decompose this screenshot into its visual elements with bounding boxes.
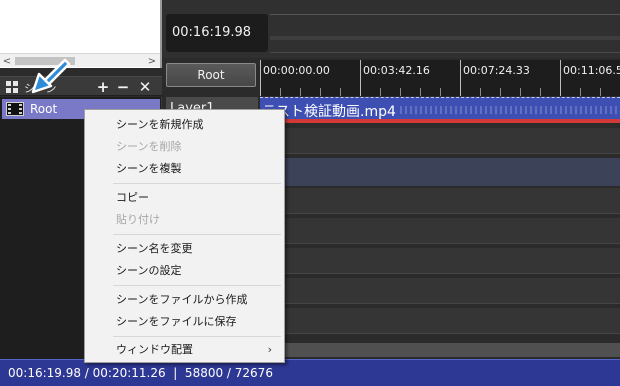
- remove-scene-button[interactable]: −: [114, 77, 132, 97]
- menu-separator: [113, 183, 281, 184]
- divider: [270, 14, 620, 15]
- blue-arrow-icon: [31, 58, 71, 94]
- track-row[interactable]: [280, 218, 620, 244]
- video-clip[interactable]: テスト検証動画.mp4: [260, 97, 620, 123]
- track-row[interactable]: [280, 278, 620, 304]
- scene-root-button[interactable]: Root: [166, 63, 256, 87]
- film-icon: [6, 102, 24, 116]
- context-menu: シーンを新規作成 シーンを削除 シーンを複製 コピー 貼り付け シーン名を変更 …: [84, 109, 285, 363]
- ruler-label: 00:03:42.16: [363, 64, 430, 77]
- menu-item-window-layout[interactable]: ウィンドウ配置 ›: [85, 339, 284, 361]
- menu-separator: [113, 336, 281, 337]
- menu-separator: [113, 285, 281, 286]
- seek-track[interactable]: [270, 36, 620, 40]
- menu-item-copy[interactable]: コピー: [85, 187, 284, 209]
- time-ruler[interactable]: 00:00:00.00 00:03:42.16 00:07:24.33 00:1…: [260, 60, 620, 96]
- menu-item-scene-settings[interactable]: シーンの設定: [85, 260, 284, 282]
- menu-item-paste: 貼り付け: [116, 213, 160, 226]
- grid-icon: [6, 81, 18, 93]
- track-row-highlight[interactable]: [280, 158, 620, 186]
- current-time-display: 00:16:19.98: [166, 14, 268, 52]
- ruler-label: 00:11:06.5: [563, 64, 620, 77]
- menu-item-duplicate-scene[interactable]: シーンを複製: [85, 158, 284, 180]
- menu-item-rename-scene[interactable]: シーン名を変更: [85, 238, 284, 260]
- top-left-panel: < >: [0, 0, 162, 68]
- menu-item-create-scene-from-file[interactable]: シーンをファイルから作成: [85, 289, 284, 311]
- ruler-label: 00:00:00.00: [263, 64, 330, 77]
- chevron-right-icon: ›: [267, 343, 272, 356]
- close-panel-button[interactable]: ✕: [136, 77, 154, 97]
- add-scene-button[interactable]: +: [94, 77, 112, 97]
- horizontal-scrollbar[interactable]: < >: [0, 53, 160, 67]
- chevron-left-icon[interactable]: <: [0, 54, 14, 68]
- status-text: 00:16:19.98 / 00:20:11.26 | 58800 / 7267…: [8, 366, 273, 380]
- chevron-right-icon[interactable]: >: [145, 54, 159, 68]
- menu-item-delete-scene: シーンを削除: [116, 140, 182, 153]
- ruler-label: 00:07:24.33: [463, 64, 530, 77]
- menu-item-label: ウィンドウ配置: [116, 343, 193, 356]
- track-row[interactable]: [280, 308, 620, 334]
- menu-separator: [113, 234, 281, 235]
- timeline-scrollbar[interactable]: [280, 343, 620, 357]
- clip-audio-bar: [260, 119, 620, 123]
- scene-panel-header: シーン + − ✕: [0, 76, 162, 96]
- divider: [270, 52, 620, 53]
- scene-item-label: Root: [30, 102, 58, 116]
- status-bar: 00:16:19.98 / 00:20:11.26 | 58800 / 7267…: [0, 359, 620, 386]
- menu-item-new-scene[interactable]: シーンを新規作成: [85, 114, 284, 136]
- audio-waveform: [400, 106, 620, 114]
- track-row[interactable]: [280, 128, 620, 154]
- track-row[interactable]: [280, 248, 620, 274]
- track-row[interactable]: [280, 188, 620, 214]
- menu-item-save-scene-to-file[interactable]: シーンをファイルに保存: [85, 311, 284, 333]
